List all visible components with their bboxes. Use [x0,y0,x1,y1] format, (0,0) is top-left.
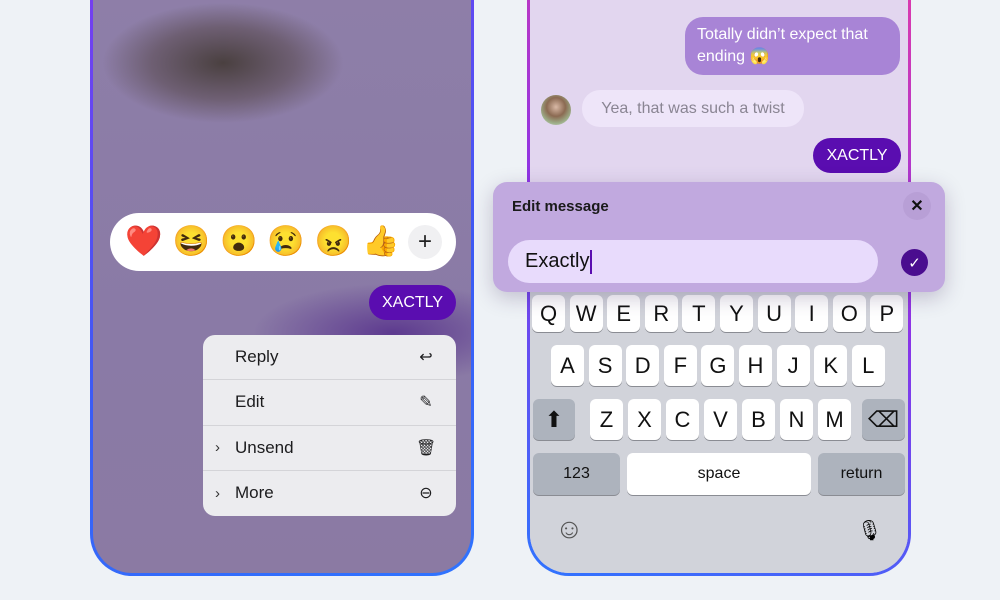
message-bubble-received[interactable]: Yea, that was such a twist [582,90,804,127]
key-w[interactable]: W [569,295,603,332]
add-reaction-button[interactable]: + [407,225,442,259]
chevron-right-icon: › [215,484,220,502]
contact-avatar[interactable] [541,95,571,125]
message-bubble-sent[interactable]: Totally didn’t expect that ending 😱 [685,17,900,75]
key-e[interactable]: E [607,295,641,332]
key-d[interactable]: D [626,345,660,386]
key-a[interactable]: A [551,345,584,386]
reaction-angry[interactable]: 😠 [313,227,353,257]
menu-item-reply[interactable]: Reply ↩ [203,335,456,381]
backspace-key[interactable]: ⌫ [862,399,905,440]
reaction-thumbs-up[interactable]: 👍 [361,227,401,257]
text-cursor [590,249,593,274]
menu-item-edit[interactable]: Edit ✎ [203,380,456,426]
key-f[interactable]: F [663,345,697,386]
key-v[interactable]: V [704,399,737,440]
edit-message-panel: Edit message ✕ Exactly ✓ [493,182,945,292]
key-s[interactable]: S [588,345,622,386]
key-h[interactable]: H [739,345,772,386]
key-l[interactable]: L [851,345,885,386]
key-r[interactable]: R [644,295,678,332]
key-c[interactable]: C [666,399,699,440]
trash-icon: 🗑 [416,439,437,457]
chevron-right-icon: › [215,439,220,457]
reaction-sad[interactable]: 😢 [266,227,306,257]
key-p[interactable]: P [870,295,904,332]
reaction-bar: ❤️ 😆 😮 😢 😠 👍 + [110,213,456,271]
reaction-laugh[interactable]: 😆 [171,227,211,257]
menu-item-unsend[interactable]: › Unsend 🗑 [203,426,456,471]
microphone-icon[interactable]: 🎙 [857,518,882,543]
key-t[interactable]: T [682,295,716,332]
key-q[interactable]: Q [532,295,565,332]
reaction-heart[interactable]: ❤️ [124,227,164,257]
shift-key[interactable]: ⬆ [533,399,575,440]
menu-item-more[interactable]: › More ⊖ [203,471,456,516]
key-n[interactable]: N [780,399,813,440]
key-z[interactable]: Z [590,399,623,440]
chat-screen-blurred: ❤️ 😆 😮 😢 😠 👍 + XACTLY Reply ↩ Edit ✎ › Unse… [93,0,471,573]
reaction-wow[interactable]: 😮 [219,227,259,257]
message-bubble-selected[interactable]: XACTLY [369,285,456,320]
key-m[interactable]: M [818,399,851,440]
key-o[interactable]: O [832,295,866,332]
keyboard: Q W E R T Y U I O P A S D F G H J K L Z X C V B N M ⬆ ⌫ 123 space retu… [530,288,908,573]
edit-message-input[interactable]: Exactly [508,240,878,283]
message-bubble-editing[interactable]: XACTLY [813,138,901,173]
pencil-icon: ✎ [419,394,433,412]
key-x[interactable]: X [628,399,661,440]
key-b[interactable]: B [742,399,775,440]
more-circle-icon: ⊖ [419,485,433,503]
return-key[interactable]: return [818,453,905,495]
key-k[interactable]: K [814,345,848,386]
key-y[interactable]: Y [720,295,753,332]
reply-icon: ↩ [419,349,433,367]
close-icon[interactable]: ✕ [903,192,931,220]
edit-panel-title: Edit message [512,198,609,215]
key-j[interactable]: J [776,345,810,386]
space-key[interactable]: space [627,453,811,495]
key-u[interactable]: U [757,295,791,332]
numbers-key[interactable]: 123 [533,453,620,495]
emoji-keyboard-icon[interactable]: ☺ [555,513,584,545]
left-phone: ❤️ 😆 😮 😢 😠 👍 + XACTLY Reply ↩ Edit ✎ › Unse… [90,0,474,576]
key-i[interactable]: I [795,295,829,332]
confirm-edit-button[interactable]: ✓ [901,249,928,276]
key-g[interactable]: G [701,345,735,386]
context-menu: Reply ↩ Edit ✎ › Unsend 🗑 › More ⊖ [203,335,456,516]
